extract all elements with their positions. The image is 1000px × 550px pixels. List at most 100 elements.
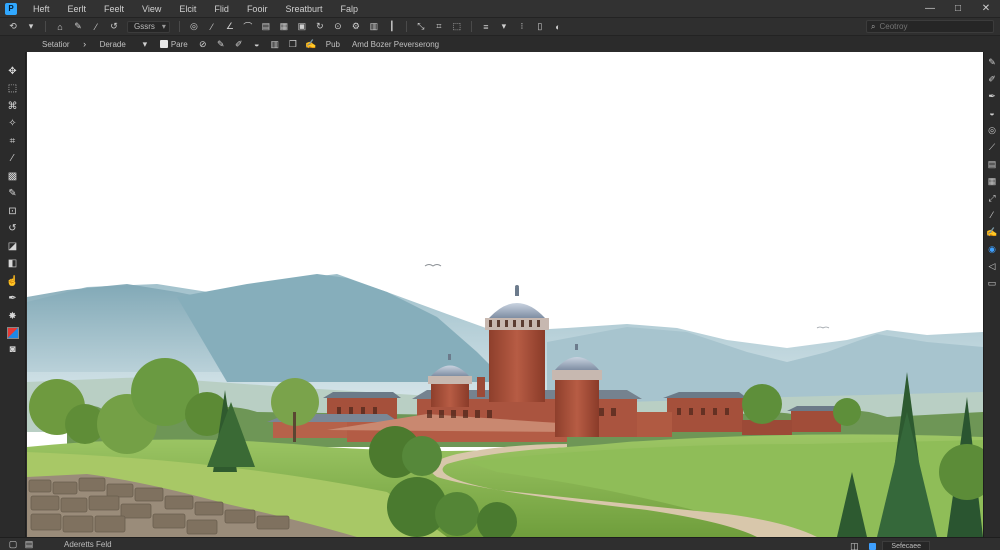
move-tool-icon[interactable]: ✥ bbox=[5, 64, 21, 78]
options-bar: Setatior › Derade ▾ Pare ⊘ ✎ ✐ ◒ ▥ ❐ ✍ P… bbox=[0, 35, 1000, 52]
smudge-tool-icon[interactable]: ☝ bbox=[5, 274, 21, 288]
menu-item-window[interactable]: Sreatburt bbox=[277, 4, 332, 14]
color-picker-icon[interactable]: ◐ bbox=[551, 20, 565, 34]
search-box[interactable]: ⌕ bbox=[866, 20, 994, 33]
menu-item-file[interactable]: Heft bbox=[25, 4, 60, 14]
channels-panel-icon[interactable]: ▦ bbox=[986, 175, 998, 187]
crop-icon[interactable]: ⌗ bbox=[432, 20, 446, 34]
history-brush-tool-icon[interactable]: ↺ bbox=[5, 222, 21, 236]
close-button[interactable]: ✕ bbox=[972, 3, 1000, 14]
history-icon[interactable]: ↺ bbox=[107, 20, 121, 34]
toolbar-divider bbox=[178, 21, 180, 32]
document-canvas[interactable] bbox=[27, 52, 983, 537]
distribute-icon[interactable]: ⁝ bbox=[515, 20, 529, 34]
document-icon[interactable]: ▤ bbox=[259, 20, 273, 34]
menu-bar: P Heft Eerlt Feelt View Elcit Flid Fooir… bbox=[0, 0, 1000, 17]
properties-panel-icon[interactable]: ⁄ bbox=[986, 209, 998, 221]
zoom-field[interactable]: Sefecaee bbox=[882, 541, 930, 550]
opacity-icon[interactable]: ◒ bbox=[250, 37, 264, 51]
angle-icon[interactable]: ∠ bbox=[223, 20, 237, 34]
eyedropper-tool-icon[interactable]: ⁄ bbox=[5, 152, 21, 166]
option-label-a: Pub bbox=[325, 39, 340, 49]
type-tool-icon[interactable]: ✸ bbox=[5, 309, 21, 323]
brush-panel-icon[interactable]: ✎ bbox=[986, 56, 998, 68]
pen-panel-icon[interactable]: ✒ bbox=[986, 90, 998, 102]
menu-item-layer[interactable]: Elcit bbox=[171, 4, 206, 14]
align-icon[interactable]: ≡ bbox=[479, 20, 493, 34]
grid-icon[interactable]: ▦ bbox=[277, 20, 291, 34]
menu-item-view[interactable]: View bbox=[134, 4, 171, 14]
styles-panel-icon[interactable]: ◎ bbox=[986, 124, 998, 136]
brush-icon[interactable]: ✐ bbox=[232, 37, 246, 51]
stamp-tool-icon[interactable]: ⊡ bbox=[5, 204, 21, 218]
minimize-button[interactable]: — bbox=[916, 3, 944, 14]
panel-icon[interactable]: ▯ bbox=[533, 20, 547, 34]
option-checkbox[interactable] bbox=[159, 40, 168, 48]
search-input[interactable] bbox=[879, 22, 980, 31]
layers-icon[interactable]: ▥ bbox=[268, 37, 282, 51]
layers-icon[interactable]: ▥ bbox=[367, 20, 381, 34]
copy-icon[interactable]: ❐ bbox=[286, 37, 300, 51]
edit-icon[interactable]: ✎ bbox=[214, 37, 228, 51]
transform-icon[interactable]: ⤡ bbox=[414, 20, 428, 34]
pen-tool-icon[interactable]: ✒ bbox=[5, 292, 21, 306]
adjustments-panel-icon[interactable]: ◒ bbox=[986, 107, 998, 119]
pen-icon[interactable]: ✎ bbox=[71, 20, 85, 34]
search-icon: ⌕ bbox=[871, 21, 876, 31]
color-swatch-icon[interactable] bbox=[6, 326, 19, 339]
quick-mask-icon[interactable]: ◙ bbox=[5, 342, 21, 356]
fit-icon[interactable]: ◫ bbox=[847, 539, 861, 550]
rotate-icon[interactable]: ↻ bbox=[313, 20, 327, 34]
edit-panel-icon[interactable]: ✍ bbox=[986, 226, 998, 238]
brush-icon[interactable]: ⁄ bbox=[89, 20, 103, 34]
crop-tool-icon[interactable]: ⌗ bbox=[5, 134, 21, 148]
image-icon[interactable]: ▣ bbox=[295, 20, 309, 34]
home-icon[interactable]: ⌂ bbox=[53, 20, 67, 34]
blend-icon[interactable]: ⊘ bbox=[196, 37, 210, 51]
menu-item-image[interactable]: Feelt bbox=[96, 4, 134, 14]
settings-icon[interactable]: ⚙ bbox=[349, 20, 363, 34]
paths-panel-icon[interactable]: ⟋ bbox=[986, 141, 998, 153]
option-field-2[interactable]: Derade bbox=[100, 40, 126, 49]
menu-item-filter[interactable]: Flid bbox=[206, 4, 239, 14]
option-label-b: Amd Bozer Peverserong bbox=[351, 39, 440, 49]
marquee-tool-icon[interactable]: ⬚ bbox=[5, 82, 21, 96]
back-arrow-icon[interactable]: ⟲ bbox=[6, 20, 20, 34]
healing-tool-icon[interactable]: ▩ bbox=[5, 169, 21, 183]
menu-item-type[interactable]: Fooir bbox=[239, 4, 278, 14]
magic-wand-tool-icon[interactable]: ✧ bbox=[5, 117, 21, 131]
option-field-1[interactable]: Setatior bbox=[42, 40, 70, 49]
tools-panel: ✥ ⬚ ⌘ ✧ ⌗ ⁄ ▩ ✎ ⊡ ↺ ◪ ◧ ☝ ✒ ✸ ◙ bbox=[0, 52, 26, 537]
eraser-tool-icon[interactable]: ◪ bbox=[5, 239, 21, 253]
vertical-bar-icon[interactable]: ┃ bbox=[385, 20, 399, 34]
pencil-panel-icon[interactable]: ✐ bbox=[986, 73, 998, 85]
app-logo-icon: P bbox=[5, 2, 17, 15]
active-panel-icon[interactable]: ◉ bbox=[986, 243, 998, 255]
maximize-button[interactable]: □ bbox=[944, 3, 972, 14]
shape-panel-icon[interactable]: ◁ bbox=[986, 260, 998, 272]
chevron-down-icon[interactable]: ▾ bbox=[497, 20, 511, 34]
marquee-icon[interactable]: ⬚ bbox=[450, 20, 464, 34]
swatches-panel-icon[interactable]: ▭ bbox=[986, 277, 998, 289]
menu-item-help[interactable]: Falp bbox=[332, 4, 368, 14]
menu-item-edit[interactable]: Eerlt bbox=[60, 4, 97, 14]
circle-icon[interactable]: ⊙ bbox=[331, 20, 345, 34]
transform-panel-icon[interactable]: ⤢ bbox=[986, 192, 998, 204]
lasso-tool-icon[interactable]: ⌘ bbox=[5, 99, 21, 113]
toolbar-divider bbox=[405, 21, 407, 32]
pressure-icon[interactable]: ✍ bbox=[304, 37, 318, 51]
slash-icon[interactable]: ⁄ bbox=[205, 20, 219, 34]
brush-tool-icon[interactable]: ✎ bbox=[5, 187, 21, 201]
target-icon[interactable]: ◎ bbox=[187, 20, 201, 34]
chevron-down-icon[interactable]: ▾ bbox=[24, 20, 38, 34]
status-right-group: ◫ Sefecaee bbox=[845, 539, 930, 550]
curve-icon[interactable]: ⌒ bbox=[241, 20, 255, 34]
layers-icon[interactable]: ▤ bbox=[22, 537, 36, 550]
chevron-down-icon[interactable]: ▾ bbox=[138, 37, 152, 51]
gradient-tool-icon[interactable]: ◧ bbox=[5, 257, 21, 271]
active-indicator-icon bbox=[869, 542, 877, 550]
document-icon[interactable]: ▢ bbox=[6, 537, 20, 550]
right-panel: ✎ ✐ ✒ ◒ ◎ ⟋ ▤ ▦ ⤢ ⁄ ✍ ◉ ◁ ▭ bbox=[983, 52, 1000, 537]
layers-panel-icon[interactable]: ▤ bbox=[986, 158, 998, 170]
workspace-select[interactable]: Gssrs bbox=[127, 20, 170, 33]
